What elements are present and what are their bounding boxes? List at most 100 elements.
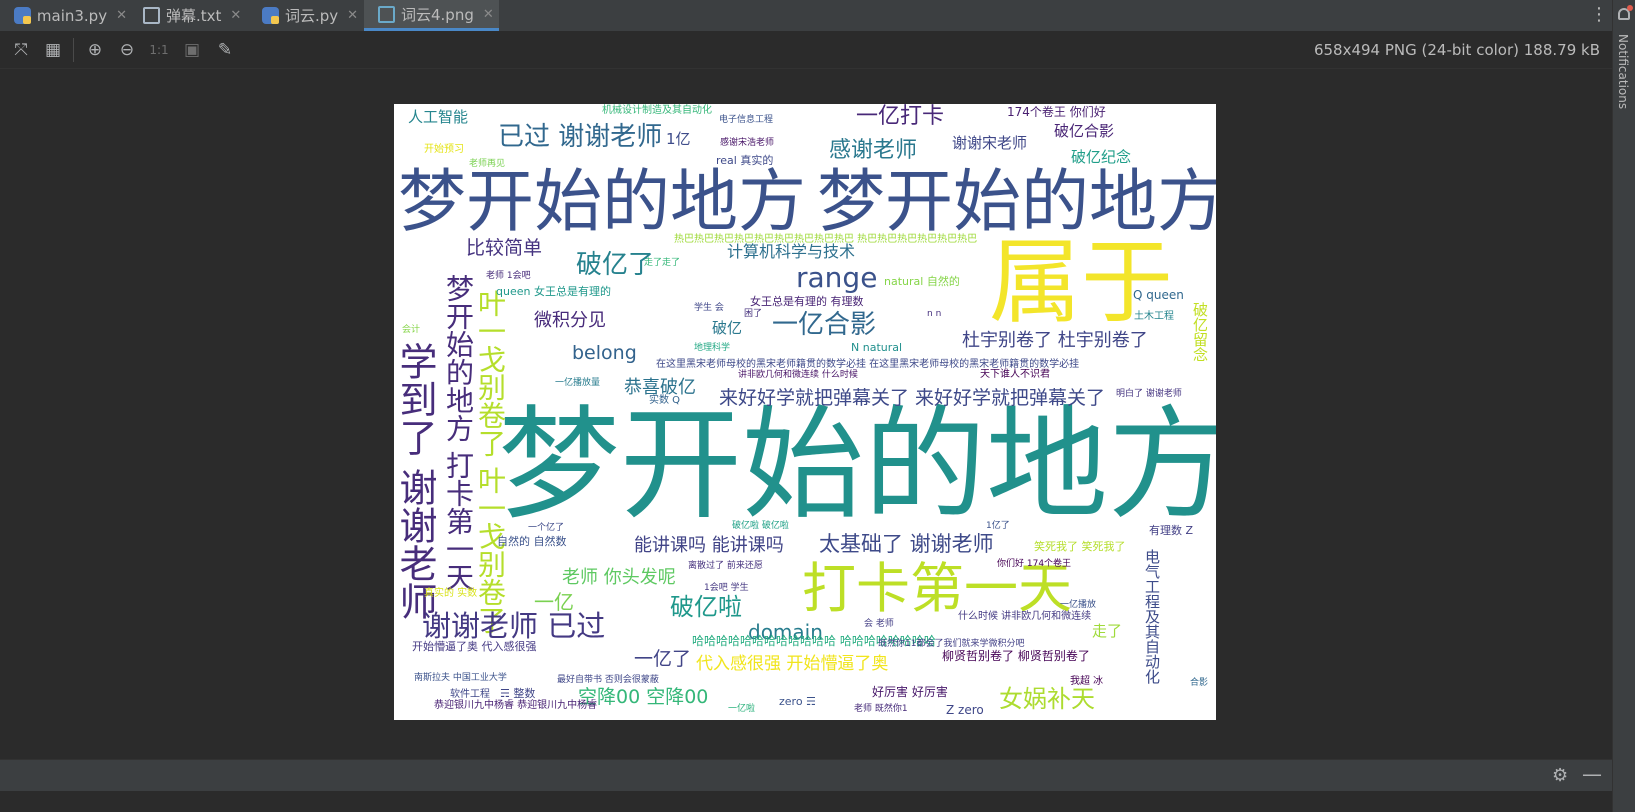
word: 空降00 空降00 <box>578 686 709 708</box>
word: 一亿了 <box>634 648 692 670</box>
word: 笑死我了 笑死我了 <box>1034 540 1126 553</box>
word: 我超 冰 <box>1070 676 1104 687</box>
word: 电子信息工程 <box>719 115 774 125</box>
word: 一亿合影 <box>772 310 877 340</box>
word: 合影 <box>1190 678 1209 688</box>
word: Q queen <box>1133 288 1184 302</box>
word: 一个亿了 <box>528 523 565 533</box>
color-picker-icon[interactable]: ✎ <box>214 39 236 61</box>
word: 讲非欧几何和微连续 什么时候 <box>738 370 858 380</box>
word: 开始懵逼了奥 代入感很强 <box>412 640 537 653</box>
word: 破亿 <box>712 319 743 337</box>
word: 破亿啦 <box>670 593 742 621</box>
close-icon[interactable]: ✕ <box>347 8 358 23</box>
word: 老师 你头发呢 <box>562 567 676 588</box>
notification-badge <box>1627 5 1633 11</box>
word: 既然你11都会了我们就来学微积分吧 <box>878 639 1025 649</box>
word: 微积分见 <box>534 310 606 331</box>
actual-size-button[interactable]: 1:1 <box>148 39 170 61</box>
tab-label: 弹幕.txt <box>166 7 222 25</box>
word: 破亿纪念 <box>1071 148 1132 166</box>
word: n n <box>927 309 942 319</box>
word: 什么时候 讲非欧几何和微连续 <box>958 611 1092 622</box>
word: 困了 <box>744 309 763 319</box>
word: 梦开始的地方 <box>498 394 1216 536</box>
word: 老师再见 <box>469 159 506 169</box>
word: 学到了 谢谢老师 <box>394 342 437 621</box>
word: 太基础了 谢谢老师 <box>819 532 994 556</box>
word: 能讲课吗 能讲课吗 <box>634 535 784 556</box>
word: 杜宇别卷了 杜宇别卷了 <box>962 330 1148 351</box>
word: 破亿啦 破亿啦 <box>732 521 789 531</box>
word: 恭迎银川九中杨睿 恭迎银川九中杨睿 <box>434 700 598 711</box>
word: N natural <box>851 341 903 354</box>
word: 174个卷王 你们好 <box>1007 105 1106 119</box>
word: 破亿合影 <box>1054 122 1115 140</box>
tab-ciyun4-png[interactable]: 词云4.png ✕ <box>364 0 499 31</box>
grid-toggle-icon[interactable]: ▦ <box>42 39 64 61</box>
tab-label: 词云4.png <box>401 5 474 24</box>
word: 一亿打卡 <box>856 104 945 129</box>
editor-tab-bar: main3.py ✕ 弹幕.txt ✕ 词云.py ✕ 词云4.png ✕ ⋮ <box>0 0 1612 32</box>
image-viewer-toolbar: ⤧ ▦ ⊕ ⊖ 1:1 ▣ ✎ 658x494 PNG (24-bit colo… <box>0 31 1612 69</box>
word: 谢谢老师 已过 <box>422 609 606 643</box>
hide-panel-icon[interactable]: — <box>1582 762 1602 786</box>
word: 开始预习 <box>424 144 464 155</box>
word: 一亿播放 <box>1060 600 1097 610</box>
word: 女娲补天 <box>999 685 1095 713</box>
word: natural 自然的 <box>884 275 960 288</box>
word: 老师 1会吧 <box>486 271 531 281</box>
word: 梦开始的地方 <box>398 163 807 242</box>
bottom-panel-header: ⚙ — <box>0 759 1612 791</box>
word: 离散过了 前来还愿 <box>688 561 763 571</box>
gear-icon[interactable]: ⚙ <box>1552 765 1568 786</box>
word: 计算机科学与技术 <box>727 242 856 261</box>
tab-main3-py[interactable]: main3.py ✕ <box>0 0 127 31</box>
word: 走了 <box>1092 622 1123 640</box>
word: 人工智能 <box>408 108 469 126</box>
word: 破亿留念 <box>1191 302 1209 362</box>
word: 土木工程 <box>1134 311 1174 322</box>
word: 打卡第一天 <box>802 557 1072 620</box>
close-icon[interactable]: ✕ <box>483 7 494 22</box>
zoom-in-icon[interactable]: ⊕ <box>84 39 106 61</box>
word: 走了走了 <box>644 258 681 268</box>
word: 梦开始的地方 <box>817 163 1216 242</box>
background-toggle-icon[interactable]: ▣ <box>181 39 203 61</box>
tab-danmu-txt[interactable]: 弹幕.txt ✕ <box>129 0 247 31</box>
word: 天下谁人不识君 <box>980 369 1050 380</box>
image-file-icon <box>378 5 395 23</box>
word: 一亿 <box>534 590 574 614</box>
tab-ciyun-py[interactable]: 词云.py ✕ <box>248 0 363 31</box>
python-file-icon <box>14 7 31 24</box>
tab-label: main3.py <box>36 6 108 25</box>
word: 一亿啦 <box>728 704 756 714</box>
more-vertical-icon[interactable]: ⋮ <box>1590 4 1608 25</box>
close-icon[interactable]: ✕ <box>230 8 241 23</box>
fit-to-window-icon[interactable]: ⤧ <box>10 39 32 61</box>
word: 老师 既然你1 <box>854 704 908 714</box>
wordcloud-image: 梦开始的地方 梦开始的地方 梦开始的地方 属于 打卡第一天 学到了 谢谢老师 梦… <box>394 104 1216 720</box>
word: 热巴热巴热巴热巴热巴热巴热巴热巴热巴 热巴热巴热巴热巴热巴热巴 <box>674 234 978 245</box>
word: 1亿 <box>666 130 691 148</box>
word: 破亿了 <box>576 250 655 280</box>
word: 实数 Q <box>649 395 681 406</box>
word: 比较简单 <box>466 237 543 259</box>
notifications-tool-button[interactable]: Notifications <box>1616 34 1630 109</box>
close-icon[interactable]: ✕ <box>116 8 127 23</box>
word: 最好自带书 否则会很蒙蔽 <box>557 675 659 685</box>
word: 自然的 自然数 <box>497 535 567 548</box>
word: 来好好学就把弹幕关了 来好好学就把弹幕关了 <box>719 387 1106 409</box>
word: 南斯拉夫 中国工业大学 <box>414 673 507 683</box>
word: 有理数 Z <box>1149 524 1194 537</box>
word: 谢谢宋老师 <box>952 134 1028 152</box>
word: 会 老师 <box>864 619 894 629</box>
word: range <box>796 261 878 294</box>
zoom-out-icon[interactable]: ⊖ <box>116 39 138 61</box>
word: 明白了 谢谢老师 <box>1116 389 1182 399</box>
python-file-icon <box>262 7 279 24</box>
word: 代入感很强 开始懵逼了奥 <box>696 654 889 674</box>
word: 梦开始的地方 打卡第一天 <box>442 274 475 591</box>
word: 机械设计制造及其自动化 <box>602 105 712 116</box>
word: 柳贤哲别卷了 柳贤哲别卷了 <box>942 649 1090 663</box>
